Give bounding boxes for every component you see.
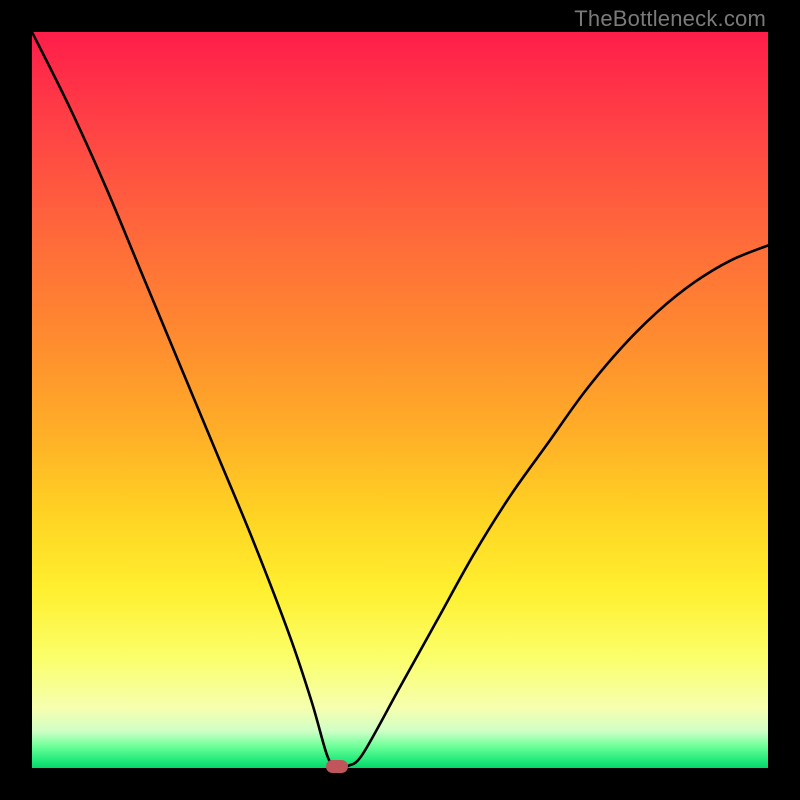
plot-area [32, 32, 768, 768]
watermark-text: TheBottleneck.com [574, 6, 766, 32]
optimal-marker [326, 760, 348, 773]
chart-frame: TheBottleneck.com [0, 0, 800, 800]
bottleneck-curve [32, 32, 768, 768]
